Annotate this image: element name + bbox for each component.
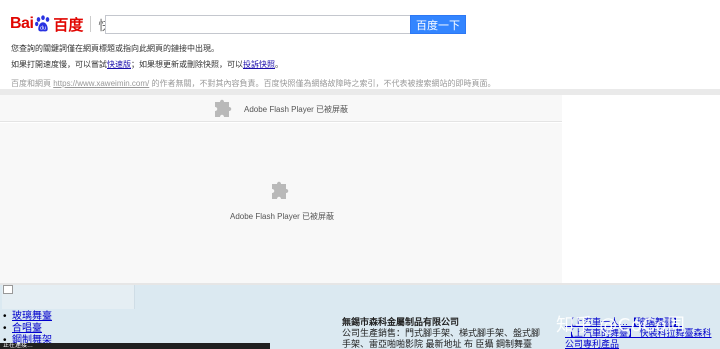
zhihu-watermark: 知乎 @CoCo同 [556,315,686,336]
puzzle-plugin-icon [268,179,292,201]
product-link-list: 玻璃舞臺 合唱臺 鋼制舞架 [0,311,52,347]
notice-speed-suffix: 。 [275,60,283,69]
notice-speed-prefix: 如果打開速度慢，可以嘗試 [11,60,107,69]
search-button[interactable]: 百度一下 [410,15,466,34]
list-item: 玻璃舞臺 [0,311,52,323]
logo-text-baidu: 百度 [53,16,84,34]
list-item: 合唱臺 [0,323,52,335]
notice-speed-mid: ；如果想更新或刪除快照，可以 [131,60,243,69]
broken-image-icon [3,285,13,294]
company-description: 公司生產銷售：門式腳手架、梯式腳手架、盤式腳手架、雷亞啪啪影院 最新地址 布 臣… [342,328,541,349]
flash-placeholder-main[interactable]: Adobe Flash Player 已被屏蔽 [0,123,562,283]
product-link[interactable]: 玻璃舞臺 [12,311,52,322]
blank-area [562,95,720,283]
report-snapshot-link[interactable]: 投訴快照 [243,60,275,69]
snapshot-page: Bai du 百度 快照 百度一下 您查詢的關鍵詞僅在網頁標題或指向此網頁的鏈接… [0,0,720,349]
notice-speed-tip: 如果打開速度慢，可以嘗試快速版；如果想更新或刪除快照，可以投訴快照。 [11,59,283,70]
logo-divider [90,16,92,32]
flash-blocked-label: Adobe Flash Player 已被屏蔽 [230,212,335,221]
product-link[interactable]: 合唱臺 [12,323,42,334]
notice-keyword-match: 您查詢的關鍵詞僅在網頁標題或指向此網頁的鏈接中出現。 [11,44,219,53]
puzzle-plugin-icon [211,97,235,119]
baidu-snapshot-header: Bai du 百度 快照 百度一下 您查詢的關鍵詞僅在網頁標題或指向此網頁的鏈接… [0,0,720,90]
disclaimer-prefix: 百度和網頁 [11,79,51,88]
flash-blocked-label: Adobe Flash Player 已被屏蔽 [244,105,349,114]
company-info: 無錫市森科金屬制品有限公司 公司生產銷售：門式腳手架、梯式腳手架、盤式腳手架、雷… [342,317,547,349]
company-name: 無錫市森科金屬制品有限公司 [342,317,460,327]
source-url-link[interactable]: https://www.xaweimin.com/ [53,79,149,88]
broken-image [2,285,135,309]
logo-text-bai: Bai [10,15,34,32]
disclaimer-suffix: 的作者無關，不對其內容負責。百度快照僅為網絡故障時之索引，不代表被搜索網站的即時… [151,79,496,88]
page-footer-content: 玻璃舞臺 合唱臺 鋼制舞架 無錫市森科金屬制品有限公司 公司生產銷售：門式腳手架… [0,285,720,349]
flash-placeholder-top[interactable]: Adobe Flash Player 已被屏蔽 [0,95,562,122]
baidu-paw-icon: du [34,15,52,33]
search-input[interactable] [105,15,411,34]
notice-disclaimer: 百度和網頁 https://www.xaweimin.com/ 的作者無關，不對… [11,78,496,89]
svg-text:du: du [40,25,46,31]
browser-status-bar: 正在連接… [0,343,270,349]
fast-version-link[interactable]: 快速版 [107,60,131,69]
